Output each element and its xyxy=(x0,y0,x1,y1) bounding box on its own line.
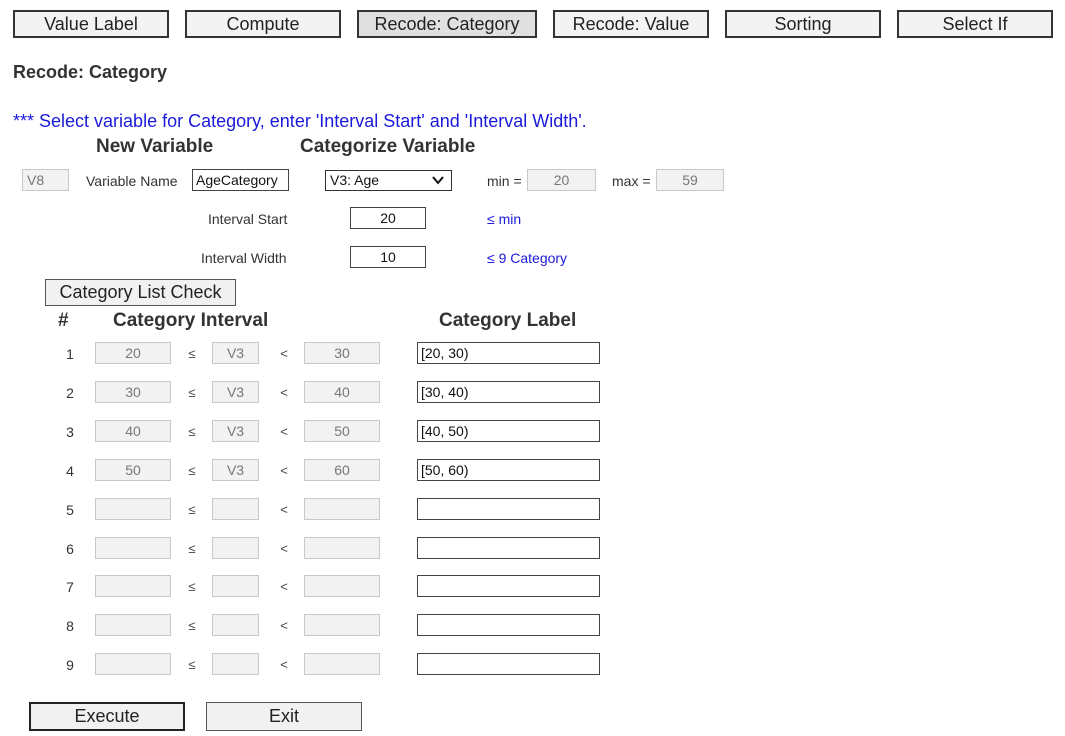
interval-start-cell xyxy=(95,498,171,520)
less-equal-symbol: ≤ xyxy=(188,424,196,439)
variable-cell xyxy=(212,342,259,364)
less-equal-symbol: ≤ xyxy=(188,346,196,361)
interval-end-cell xyxy=(304,653,380,675)
new-variable-id xyxy=(22,169,69,191)
category-label-input[interactable] xyxy=(417,459,600,481)
interval-start-cell xyxy=(95,342,171,364)
category-label-input[interactable] xyxy=(417,342,600,364)
interval-start-cell xyxy=(95,537,171,559)
interval-end-cell xyxy=(304,459,380,481)
variable-cell xyxy=(212,498,259,520)
less-equal-symbol: ≤ xyxy=(188,579,196,594)
less-than-symbol: < xyxy=(280,579,288,594)
chevron-down-icon xyxy=(432,176,444,185)
interval-end-cell xyxy=(304,420,380,442)
variable-cell xyxy=(212,459,259,481)
interval-width-input[interactable] xyxy=(350,246,426,268)
category-list-check-button[interactable]: Category List Check xyxy=(45,279,236,306)
interval-end-cell xyxy=(304,575,380,597)
less-equal-symbol: ≤ xyxy=(188,463,196,478)
instruction-text: *** Select variable for Category, enter … xyxy=(13,111,587,131)
tab-recode-category[interactable]: Recode: Category xyxy=(357,10,537,38)
less-equal-symbol: ≤ xyxy=(188,618,196,633)
tab-recode-value[interactable]: Recode: Value xyxy=(553,10,709,38)
tab-select-if[interactable]: Select If xyxy=(897,10,1053,38)
category-label-input[interactable] xyxy=(417,653,600,675)
variable-name-input[interactable] xyxy=(192,169,289,191)
category-label-input[interactable] xyxy=(417,381,600,403)
row-number: 6 xyxy=(66,541,74,557)
max-value xyxy=(656,169,724,191)
category-label-input[interactable] xyxy=(417,614,600,636)
row-number: 5 xyxy=(66,502,74,518)
new-variable-header: New Variable xyxy=(96,136,214,157)
less-than-symbol: < xyxy=(280,657,288,672)
less-equal-symbol: ≤ xyxy=(188,541,196,556)
less-than-symbol: < xyxy=(280,463,288,478)
row-number: 1 xyxy=(66,346,74,362)
category-label-input[interactable] xyxy=(417,420,600,442)
less-equal-symbol: ≤ xyxy=(188,385,196,400)
less-than-symbol: < xyxy=(280,618,288,633)
categorize-variable-header: Categorize Variable xyxy=(300,136,476,157)
interval-start-hint: ≤ min xyxy=(487,211,522,227)
less-than-symbol: < xyxy=(280,385,288,400)
interval-start-input[interactable] xyxy=(350,207,426,229)
category-label-input[interactable] xyxy=(417,537,600,559)
interval-end-cell xyxy=(304,381,380,403)
row-number: 3 xyxy=(66,424,74,440)
row-number: 8 xyxy=(66,618,74,634)
interval-width-hint: ≤ 9 Category xyxy=(487,250,568,266)
interval-start-label: Interval Start xyxy=(208,211,288,227)
category-label-input[interactable] xyxy=(417,575,600,597)
variable-cell xyxy=(212,420,259,442)
select-value: V3: Age xyxy=(330,172,380,188)
interval-end-cell xyxy=(304,498,380,520)
column-header-number: # xyxy=(58,310,69,331)
categorize-variable-select[interactable]: V3: Age xyxy=(325,170,452,191)
max-label: max = xyxy=(612,173,651,189)
variable-cell xyxy=(212,381,259,403)
interval-start-cell xyxy=(95,381,171,403)
less-than-symbol: < xyxy=(280,424,288,439)
row-number: 9 xyxy=(66,657,74,673)
interval-end-cell xyxy=(304,537,380,559)
page-title: Recode: Category xyxy=(13,62,168,82)
row-number: 2 xyxy=(66,385,74,401)
category-label-input[interactable] xyxy=(417,498,600,520)
less-equal-symbol: ≤ xyxy=(188,502,196,517)
row-number: 7 xyxy=(66,579,74,595)
interval-start-cell xyxy=(95,614,171,636)
interval-width-label: Interval Width xyxy=(201,250,287,266)
variable-cell xyxy=(212,537,259,559)
variable-cell xyxy=(212,575,259,597)
variable-cell xyxy=(212,653,259,675)
variable-name-label: Variable Name xyxy=(86,173,178,189)
min-label: min = xyxy=(487,173,522,189)
row-number: 4 xyxy=(66,463,74,479)
variable-cell xyxy=(212,614,259,636)
exit-button[interactable]: Exit xyxy=(206,702,362,731)
execute-button[interactable]: Execute xyxy=(29,702,185,731)
less-than-symbol: < xyxy=(280,541,288,556)
interval-start-cell xyxy=(95,420,171,442)
tab-value-label[interactable]: Value Label xyxy=(13,10,169,38)
interval-start-cell xyxy=(95,575,171,597)
interval-end-cell xyxy=(304,342,380,364)
less-than-symbol: < xyxy=(280,346,288,361)
interval-start-cell xyxy=(95,459,171,481)
interval-end-cell xyxy=(304,614,380,636)
column-header-interval: Category Interval xyxy=(113,310,269,331)
column-header-label: Category Label xyxy=(439,310,577,331)
less-equal-symbol: ≤ xyxy=(188,657,196,672)
less-than-symbol: < xyxy=(280,502,288,517)
tab-sorting[interactable]: Sorting xyxy=(725,10,881,38)
min-value xyxy=(527,169,596,191)
interval-start-cell xyxy=(95,653,171,675)
tab-compute[interactable]: Compute xyxy=(185,10,341,38)
